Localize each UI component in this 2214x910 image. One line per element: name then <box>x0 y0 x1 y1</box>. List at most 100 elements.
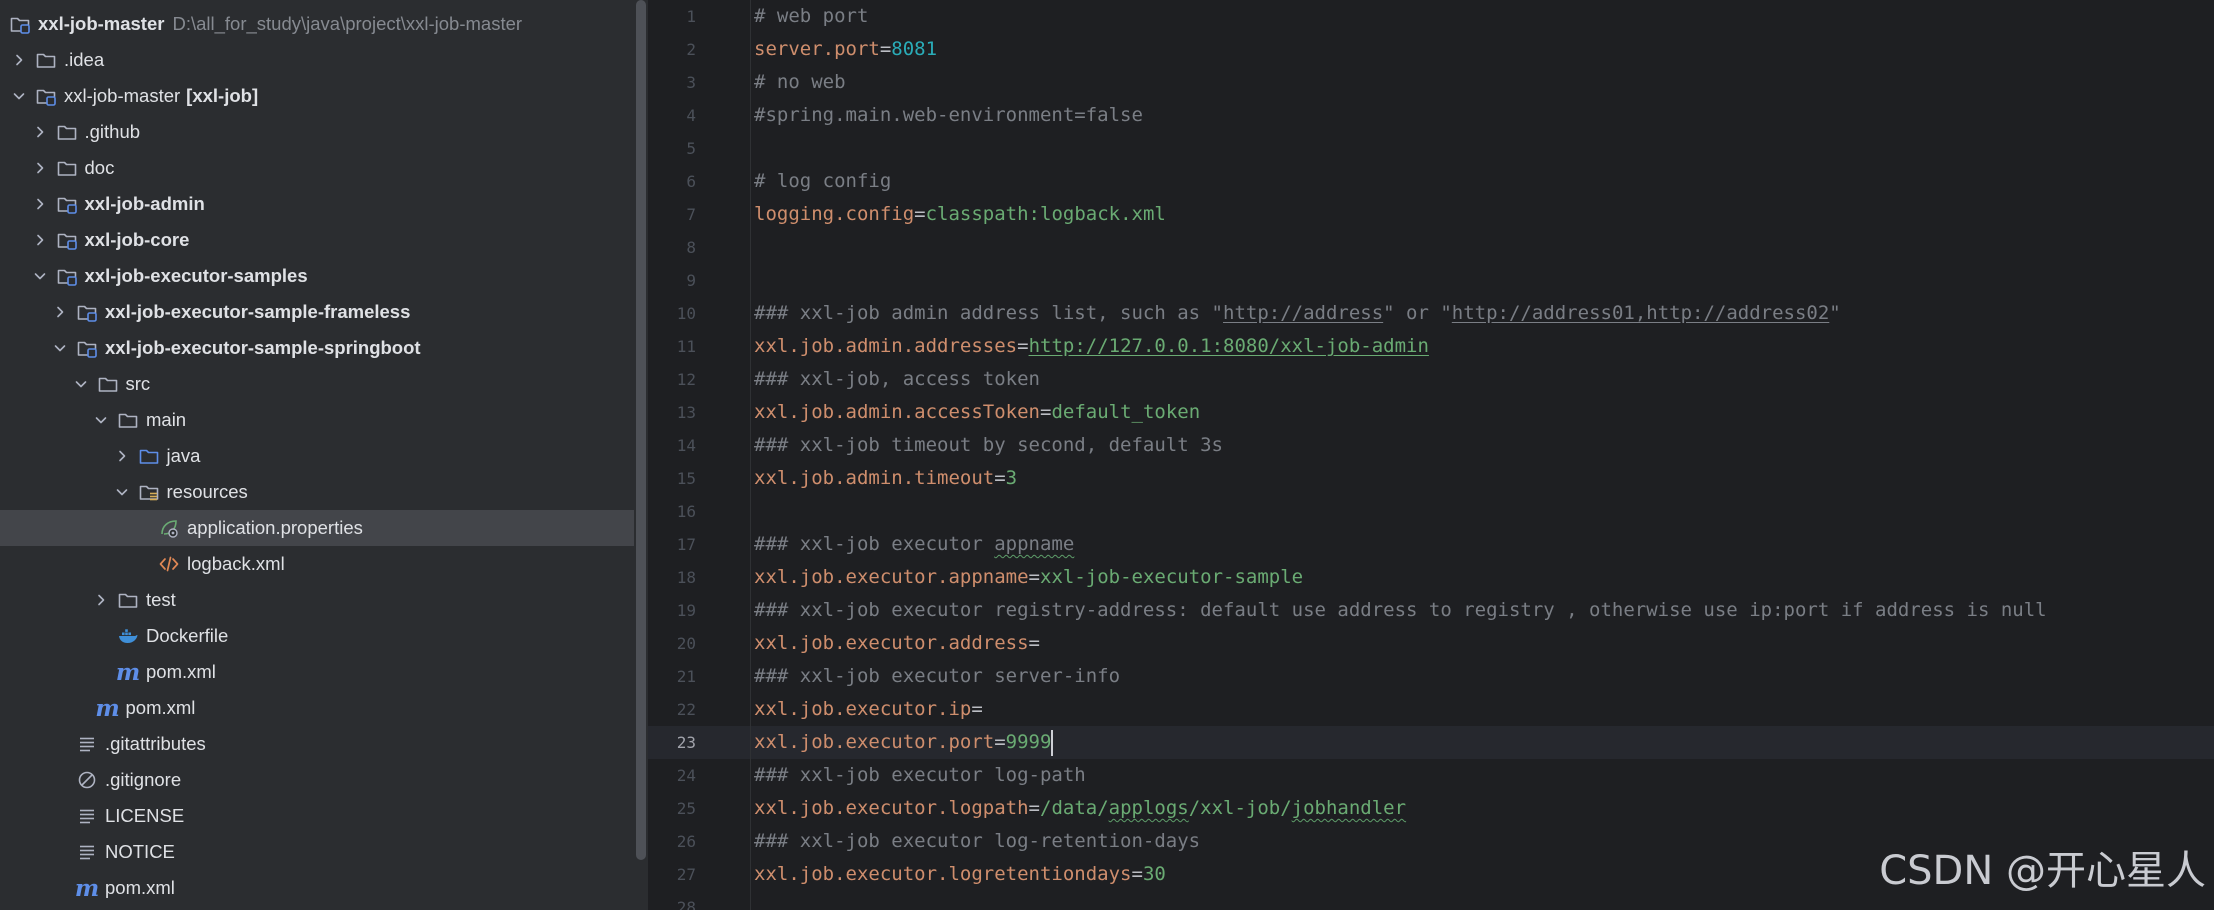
tree-item-logback-xml[interactable]: logback.xml <box>0 546 634 582</box>
code-line[interactable]: logging.config=classpath:logback.xml <box>754 198 1166 231</box>
tree-item-application-properties[interactable]: application.properties <box>0 510 634 546</box>
line-number: 11 <box>676 337 696 356</box>
code-token-comment: ### xxl-job executor log-retention-days <box>754 830 1201 852</box>
code-line[interactable]: xxl.job.executor.port=9999 <box>754 726 1051 759</box>
line-number-gutter: 1 2 3 4 5 6 7 8 9 10 11 12 13 14 15 16 17 18 19 20 21 22 23 24 2… <box>648 0 748 910</box>
chevron-right-icon[interactable] <box>49 301 71 323</box>
code-line[interactable]: xxl.job.admin.addresses=http://127.0.0.1… <box>754 330 1429 363</box>
code-line[interactable]: xxl.job.admin.accessToken=default_token <box>754 396 1200 429</box>
tree-item-xxl-job-core[interactable]: xxl-job-core <box>0 222 634 258</box>
code-token-val: applogs <box>1108 797 1189 819</box>
tree-item-doc[interactable]: doc <box>0 150 634 186</box>
tree-item-label: xxl-job-master <box>38 13 165 34</box>
line-number: 20 <box>676 634 696 653</box>
code-line[interactable]: server.port=8081 <box>754 33 937 66</box>
tree-item-pom-xml[interactable]: m pom.xml <box>0 870 634 906</box>
code-line[interactable]: xxl.job.admin.timeout=3 <box>754 462 1017 495</box>
chevron-right-icon[interactable] <box>29 229 51 251</box>
code-line[interactable]: ### xxl-job executor log-retention-days <box>754 825 1200 858</box>
code-line[interactable]: ### xxl-job admin address list, such as … <box>754 297 1841 330</box>
tree-item-label: test <box>146 589 176 610</box>
tree-item-pom-xml[interactable]: m pom.xml <box>0 690 634 726</box>
tree-item-label: NOTICE <box>105 841 175 862</box>
tree-item-src[interactable]: src <box>0 366 634 402</box>
code-line[interactable]: xxl.job.executor.appname=xxl-job-executo… <box>754 561 1303 594</box>
text-file-icon <box>75 840 99 864</box>
project-tool-window: xxl-job-master D:\all_for_study\java\proj… <box>0 0 634 910</box>
tree-item-xxl-job-executor-sample-frameless[interactable]: xxl-job-executor-sample-frameless <box>0 294 634 330</box>
tree-item-pom-xml[interactable]: m pom.xml <box>0 654 634 690</box>
tree-item-dockerfile[interactable]: Dockerfile <box>0 618 634 654</box>
code-line[interactable]: ### xxl-job, access token <box>754 363 1040 396</box>
chevron-right-icon[interactable] <box>29 157 51 179</box>
chevron-right-icon[interactable] <box>29 121 51 143</box>
line-number: 13 <box>676 403 696 422</box>
watermark: CSDN @开心星人 <box>1879 848 2206 894</box>
code-token-eq: = <box>914 203 926 225</box>
code-line[interactable]: # web port <box>754 0 868 33</box>
chevron-right-icon[interactable] <box>111 445 133 467</box>
tree-item-notice[interactable]: NOTICE <box>0 834 634 870</box>
tree-item-label: LICENSE <box>105 805 185 826</box>
chevron-down-icon[interactable] <box>8 85 30 107</box>
tree-item-test[interactable]: test <box>0 582 634 618</box>
code-line[interactable]: # no web <box>754 66 846 99</box>
code-line[interactable]: xxl.job.executor.logretentiondays=30 <box>754 858 1166 891</box>
code-token-eq: = <box>1028 797 1040 819</box>
tree-item-xxl-job-executor-sample-springboot[interactable]: xxl-job-executor-sample-springboot <box>0 330 634 366</box>
code-token-key: xxl.job.admin.accessToken <box>754 401 1040 423</box>
code-editor[interactable]: 1 2 3 4 5 6 7 8 9 10 11 12 13 14 15 16 17 18 19 20 21 22 23 24 2… <box>648 0 2214 910</box>
tree-item-java[interactable]: java <box>0 438 634 474</box>
project-tree-scrollbar[interactable] <box>636 0 646 860</box>
code-token-eq: = <box>1131 863 1143 885</box>
ignore-file-icon <box>75 768 99 792</box>
chevron-right-icon[interactable] <box>29 193 51 215</box>
code-line[interactable]: ### xxl-job executor log-path <box>754 759 1086 792</box>
tree-item-idea[interactable]: .idea <box>0 42 634 78</box>
tree-item-gitattributes[interactable]: .gitattributes <box>0 726 634 762</box>
tree-item-xxl-job-master[interactable]: xxl-job-master D:\all_for_study\java\proj… <box>0 6 634 42</box>
tree-item-xxl-job-admin[interactable]: xxl-job-admin <box>0 186 634 222</box>
tree-item-label: pom.xml <box>105 877 175 898</box>
tree-item-github[interactable]: .github <box>0 114 634 150</box>
chevron-down-icon[interactable] <box>90 409 112 431</box>
tree-item-resources[interactable]: resources <box>0 474 634 510</box>
tree-item-license[interactable]: LICENSE <box>0 798 634 834</box>
code-token-comment: ### xxl-job executor registry-address: d… <box>754 599 2047 621</box>
tree-item-label: doc <box>84 157 115 178</box>
chevron-down-icon[interactable] <box>49 337 71 359</box>
code-line[interactable]: ### xxl-job executor server-info <box>754 660 1120 693</box>
docker-icon <box>116 624 140 648</box>
chevron-down-icon[interactable] <box>111 481 133 503</box>
code-line[interactable]: ### xxl-job executor appname <box>754 528 1074 561</box>
source-folder-icon <box>137 444 161 468</box>
tree-item-xxl-job-executor-samples[interactable]: xxl-job-executor-samples <box>0 258 634 294</box>
line-number: 6 <box>686 172 696 191</box>
code-line[interactable]: xxl.job.executor.address= <box>754 627 1040 660</box>
text-caret <box>1051 730 1054 756</box>
code-token-val[interactable]: http://127.0.0.1:8080/xxl-job-admin <box>1029 335 1429 357</box>
code-token-comment[interactable]: http://address01,http://address02 <box>1452 302 1830 324</box>
code-line[interactable]: xxl.job.executor.ip= <box>754 693 983 726</box>
code-token-key: xxl.job.executor.address <box>754 632 1029 654</box>
code-token-val: /xxl-job/ <box>1188 797 1292 819</box>
code-line[interactable]: #spring.main.web-environment=false <box>754 99 1143 132</box>
code-line[interactable]: # log config <box>754 165 891 198</box>
chevron-right-icon[interactable] <box>8 49 30 71</box>
chevron-down-icon[interactable] <box>70 373 92 395</box>
tree-item-main[interactable]: main <box>0 402 634 438</box>
tree-item-label: pom.xml <box>125 697 196 718</box>
code-token-comment[interactable]: http://address <box>1223 302 1383 324</box>
tree-item-gitignore[interactable]: .gitignore <box>0 762 634 798</box>
chevron-down-icon[interactable] <box>29 265 51 287</box>
code-line[interactable]: xxl.job.executor.logpath=/data/applogs/x… <box>754 792 1406 825</box>
tree-item-label: xxl-job-executor-sample-springboot <box>105 337 421 358</box>
code-line[interactable]: ### xxl-job timeout by second, default 3… <box>754 429 1223 462</box>
code-token-val: 3 <box>1005 467 1018 489</box>
code-token-key: server.port <box>754 38 880 60</box>
chevron-right-icon[interactable] <box>90 589 112 611</box>
code-token-comment: ### xxl-job admin address list, such as … <box>754 302 1223 324</box>
code-line[interactable]: ### xxl-job executor registry-address: d… <box>754 594 2047 627</box>
tree-item-xxl-job-master[interactable]: xxl-job-master [xxl-job] <box>0 78 634 114</box>
folder-icon <box>34 48 58 72</box>
